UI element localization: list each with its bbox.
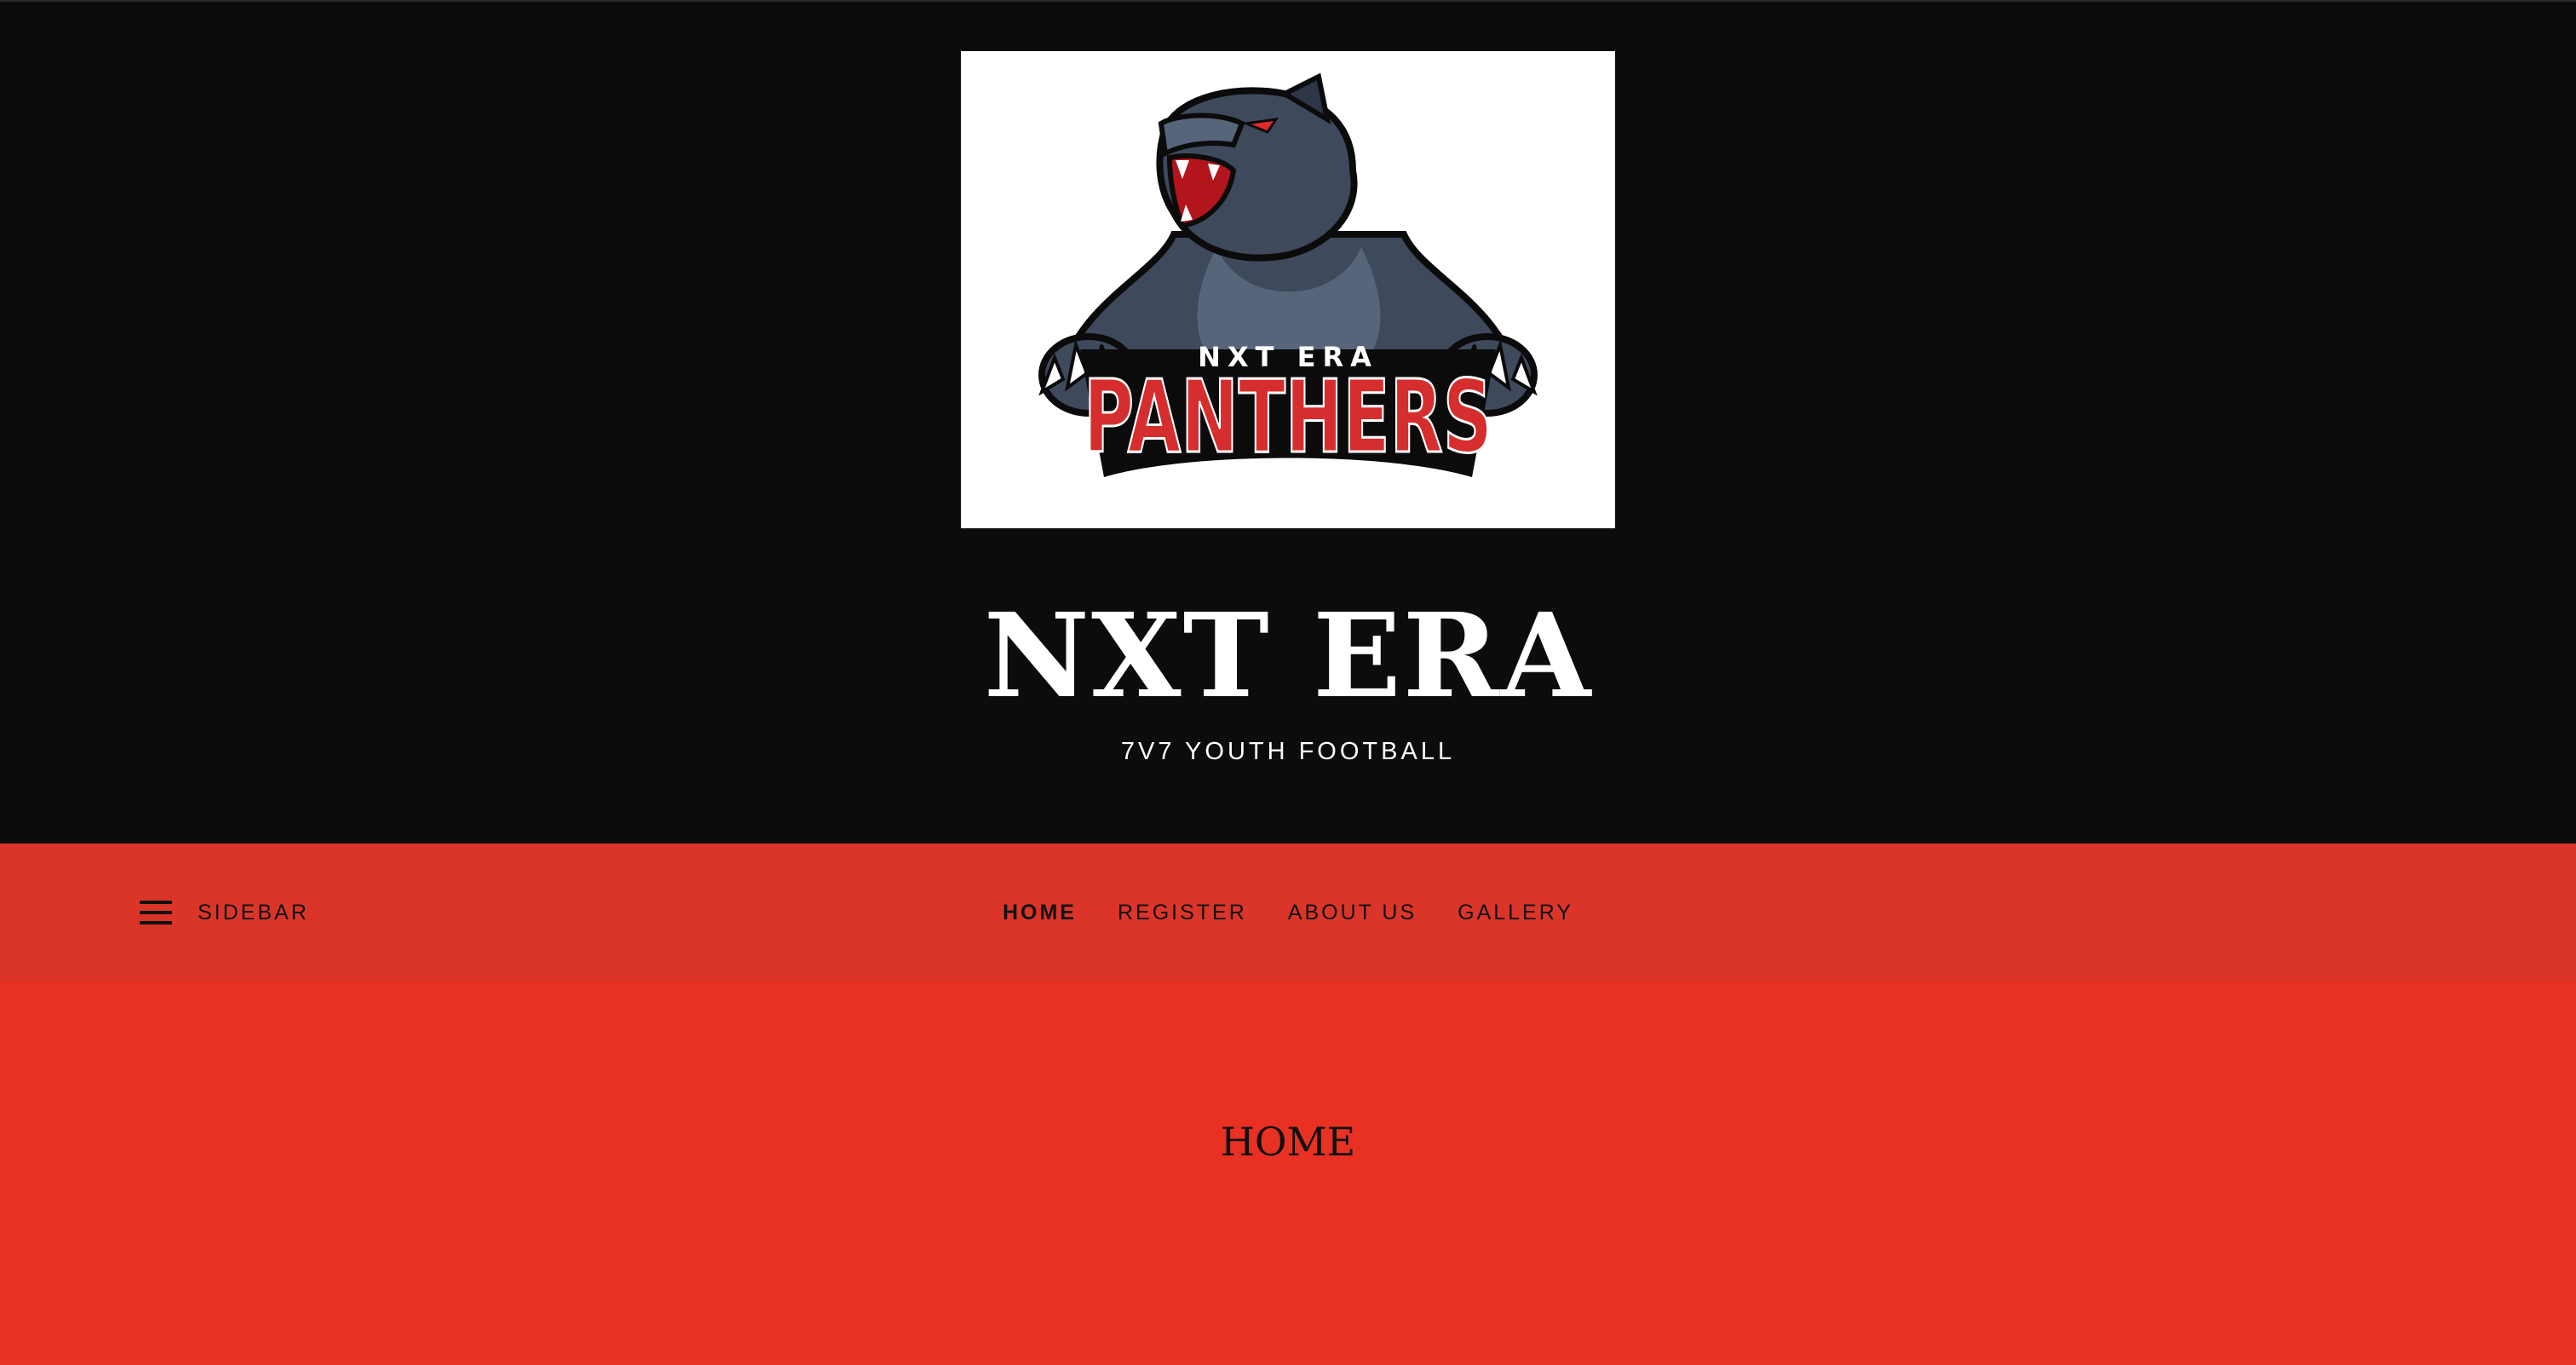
nav-link-about-us[interactable]: ABOUT US — [1288, 901, 1417, 925]
nav-link-register[interactable]: REGISTER — [1118, 901, 1247, 925]
nav-links: HOME REGISTER ABOUT US GALLERY — [0, 891, 2576, 934]
site-tagline: 7V7 YOUTH FOOTBALL — [1120, 738, 1456, 765]
logo-wordmark-main: PANTHERS — [1084, 358, 1492, 475]
nav-link-gallery[interactable]: GALLERY — [1458, 901, 1573, 925]
main-navigation: SIDEBAR HOME REGISTER ABOUT US GALLERY — [0, 844, 2576, 982]
sidebar-label: SIDEBAR — [198, 900, 309, 924]
page-title: HOME — [1220, 1119, 1356, 1165]
site-title[interactable]: NXT ERA — [0, 579, 2576, 733]
site-header: NXT ERA PANTHERS NXT ERA 7V7 YOUTH FOOTB… — [0, 0, 2576, 844]
panther-logo-image: NXT ERA PANTHERS — [1038, 72, 1538, 477]
site-logo[interactable]: NXT ERA PANTHERS — [961, 51, 1615, 528]
menu-icon — [140, 901, 172, 924]
sidebar-toggle-button[interactable]: SIDEBAR — [140, 891, 309, 934]
nav-link-home[interactable]: HOME — [1003, 901, 1077, 925]
